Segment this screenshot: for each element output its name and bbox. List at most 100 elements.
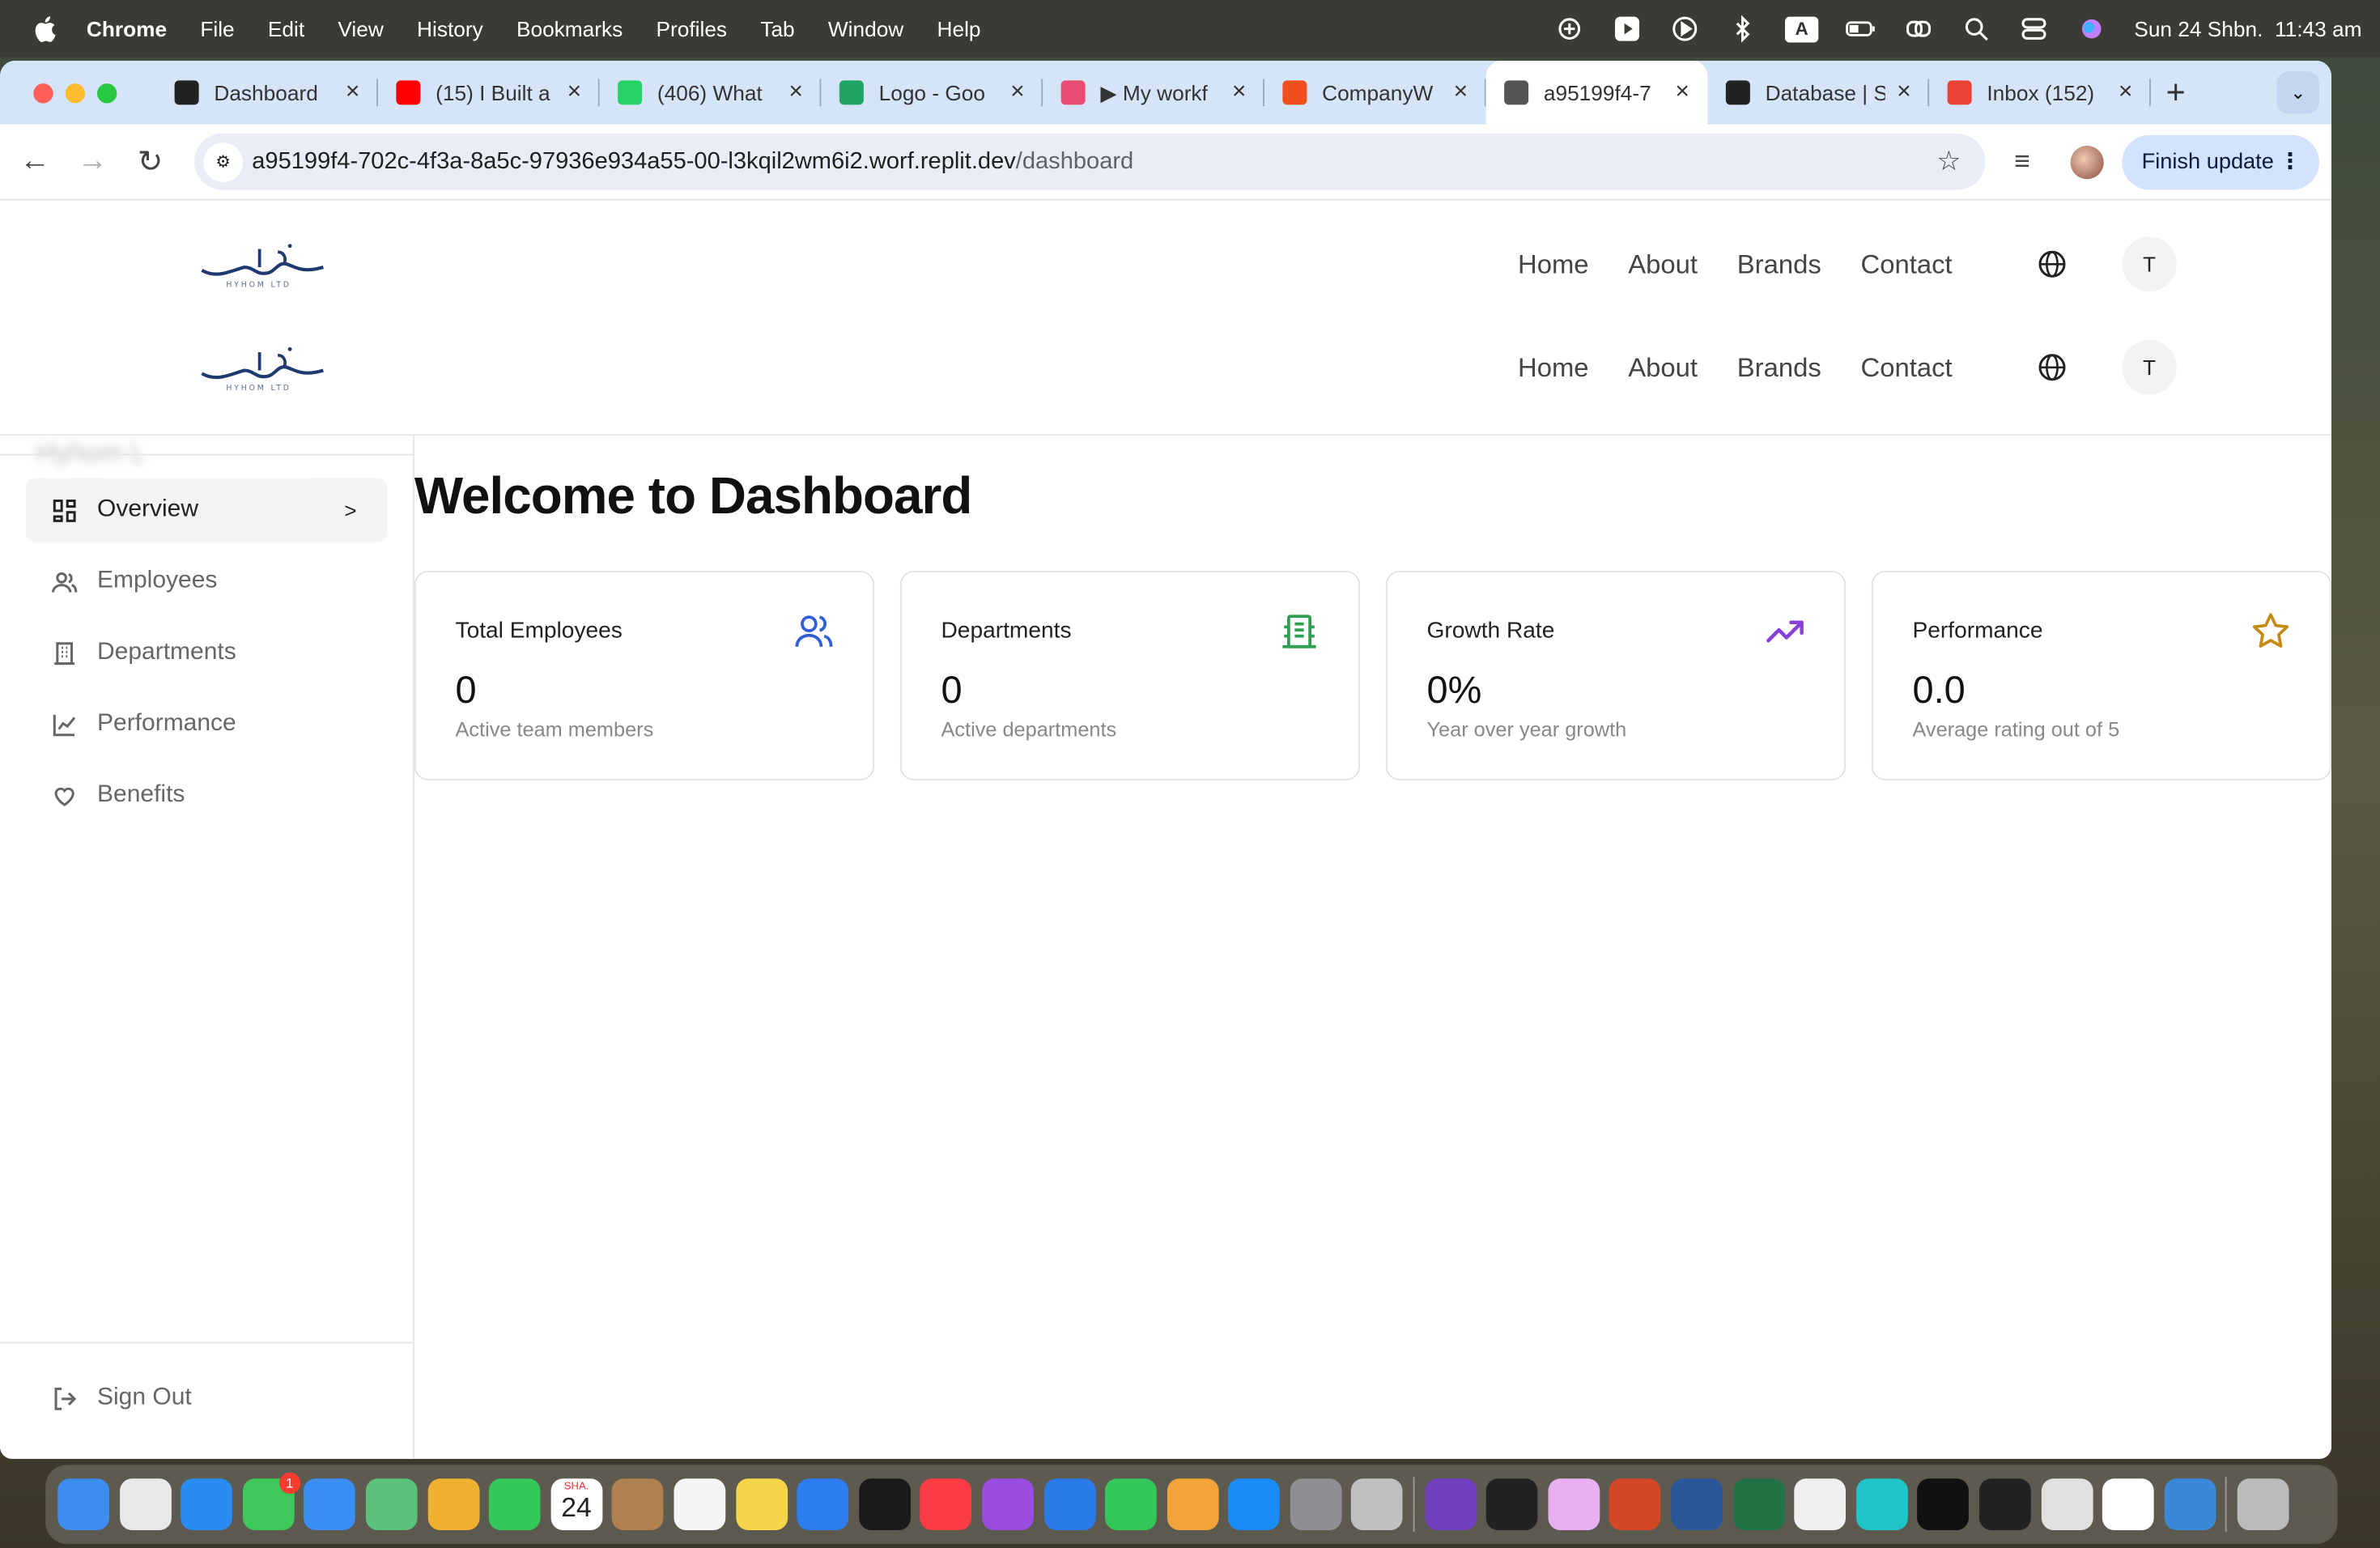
browser-tab[interactable]: CompanyW ×	[1264, 61, 1486, 125]
powerpoint-icon[interactable]	[1609, 1478, 1662, 1530]
profile-avatar[interactable]	[2070, 146, 2104, 180]
launchpad-icon[interactable]	[119, 1478, 172, 1530]
user-avatar[interactable]: T	[2122, 236, 2177, 291]
close-tab-icon[interactable]: ×	[346, 79, 360, 107]
excel-icon[interactable]	[1732, 1478, 1785, 1530]
site-logo[interactable]: HYHOM LTD	[199, 343, 327, 395]
menu-edit[interactable]: Edit	[268, 17, 304, 41]
nav-home[interactable]: Home	[1518, 249, 1589, 280]
pixelmator-icon[interactable]	[1548, 1478, 1600, 1530]
nav-about[interactable]: About	[1628, 249, 1698, 280]
safari-icon[interactable]	[181, 1478, 233, 1530]
minimize-window-button[interactable]	[65, 83, 85, 103]
app-store-icon[interactable]	[1228, 1478, 1281, 1530]
play-circle-icon[interactable]	[1670, 14, 1701, 45]
menu-window[interactable]: Window	[828, 17, 903, 41]
close-window-button[interactable]	[33, 83, 53, 103]
apple-icon[interactable]	[32, 15, 56, 43]
perplexity-icon[interactable]	[1424, 1478, 1477, 1530]
language-globe-icon[interactable]	[2037, 249, 2068, 280]
word-icon[interactable]	[1671, 1478, 1723, 1530]
browser-tab[interactable]: Inbox (152) ×	[1929, 61, 2151, 125]
xcode-tools-icon[interactable]	[2164, 1478, 2216, 1530]
browser-tab[interactable]: a95199f4-7 ×	[1485, 61, 1708, 125]
close-tab-icon[interactable]: ×	[1897, 79, 1911, 107]
menu-clock[interactable]: Sun 24 Shbn. 11:43 am	[2134, 17, 2361, 41]
screen-mirroring-icon[interactable]	[1903, 14, 1934, 45]
menu-app-name[interactable]: Chrome	[87, 17, 167, 41]
reload-button[interactable]: ↻	[121, 142, 179, 181]
capcut-icon[interactable]	[1917, 1478, 1970, 1530]
battery-icon[interactable]	[1846, 14, 1876, 45]
notes-icon[interactable]	[735, 1478, 788, 1530]
browser-tab[interactable]: Dashboard ×	[156, 61, 378, 125]
calendar-icon[interactable]: SHA. 24	[550, 1478, 602, 1530]
close-tab-icon[interactable]: ×	[1454, 79, 1468, 107]
sidebar-item-benefits[interactable]: Benefits	[26, 763, 387, 827]
sidebar-item-departments[interactable]: Departments	[26, 621, 387, 685]
menu-view[interactable]: View	[338, 17, 383, 41]
facetime-icon[interactable]	[489, 1478, 541, 1530]
keynote-icon[interactable]	[1043, 1478, 1095, 1530]
close-tab-icon[interactable]: ×	[1232, 79, 1247, 107]
menu-bookmarks[interactable]: Bookmarks	[516, 17, 623, 41]
browser-tab[interactable]: ▶ My workf ×	[1043, 61, 1264, 125]
openai-icon[interactable]	[1554, 14, 1585, 45]
photos-icon[interactable]	[427, 1478, 479, 1530]
input-source-icon[interactable]: A	[1785, 15, 1819, 42]
signout-button[interactable]: Sign Out	[26, 1367, 387, 1431]
system-settings-icon[interactable]	[1290, 1478, 1342, 1530]
numbers-icon[interactable]	[1105, 1478, 1157, 1530]
site-logo[interactable]: HYHOM LTD	[199, 240, 327, 291]
menu-tab[interactable]: Tab	[760, 17, 794, 41]
language-globe-icon[interactable]	[2037, 352, 2068, 383]
siri-icon[interactable]	[2076, 14, 2107, 45]
freeform-icon[interactable]	[797, 1478, 849, 1530]
google-play-icon[interactable]	[1794, 1478, 1847, 1530]
nav-brands[interactable]: Brands	[1737, 249, 1821, 280]
search-icon[interactable]	[1961, 14, 1992, 45]
iphone-mirroring-icon[interactable]	[1351, 1478, 1404, 1530]
finish-update-button[interactable]: Finish update ⋮	[2122, 134, 2319, 190]
messages-icon[interactable]: 1	[242, 1472, 300, 1530]
contacts-icon[interactable]	[612, 1478, 665, 1530]
sidebar-item-performance[interactable]: Performance	[26, 692, 387, 756]
nav-about[interactable]: About	[1628, 351, 1698, 383]
browser-tab[interactable]: Logo - Goo ×	[821, 61, 1043, 125]
canva-icon[interactable]	[1855, 1478, 1908, 1530]
close-tab-icon[interactable]: ×	[1010, 79, 1025, 107]
finder-icon[interactable]	[57, 1478, 109, 1530]
mail-icon[interactable]	[304, 1478, 356, 1530]
sidebar-item-overview[interactable]: Overview >	[25, 478, 388, 542]
chrome-icon[interactable]	[2041, 1478, 2093, 1530]
nav-home[interactable]: Home	[1518, 351, 1589, 383]
nav-contact[interactable]: Contact	[1861, 249, 1953, 280]
zoom-window-button[interactable]	[97, 83, 117, 103]
nav-brands[interactable]: Brands	[1737, 351, 1821, 383]
close-tab-icon[interactable]: ×	[788, 79, 803, 107]
bluetooth-icon[interactable]	[1728, 14, 1758, 45]
media-controls-icon[interactable]: ≡	[2014, 146, 2030, 177]
podcasts-icon[interactable]	[981, 1478, 1034, 1530]
music-icon[interactable]	[920, 1478, 972, 1530]
bookmark-star-icon[interactable]: ☆	[1936, 146, 1961, 177]
control-center-icon[interactable]	[2019, 14, 2050, 45]
address-bar[interactable]: ⚙ a95199f4-702c-4f3a-8a5c-97936e934a55-0…	[194, 134, 1986, 190]
maps-icon[interactable]	[365, 1478, 418, 1530]
terminal-icon[interactable]	[1979, 1478, 2031, 1530]
nav-contact[interactable]: Contact	[1861, 351, 1953, 383]
more-vert-icon[interactable]: ⋮	[2279, 151, 2301, 175]
browser-tab[interactable]: (406) What ×	[600, 61, 822, 125]
chatgpt-icon[interactable]	[2102, 1478, 2154, 1530]
forward-button[interactable]: →	[64, 144, 121, 179]
piano-icon[interactable]	[1486, 1478, 1538, 1530]
tv-icon[interactable]	[858, 1478, 911, 1530]
close-tab-icon[interactable]: ×	[2119, 79, 2133, 107]
sidebar-item-employees[interactable]: Employees	[26, 550, 387, 614]
browser-tab[interactable]: Database | S ×	[1707, 61, 1930, 125]
trash-icon[interactable]	[2237, 1478, 2289, 1530]
close-tab-icon[interactable]: ×	[1675, 79, 1689, 107]
browser-tab[interactable]: (15) I Built a ×	[378, 61, 600, 125]
pages-icon[interactable]	[1167, 1478, 1219, 1530]
site-info-icon[interactable]: ⚙	[203, 142, 243, 182]
